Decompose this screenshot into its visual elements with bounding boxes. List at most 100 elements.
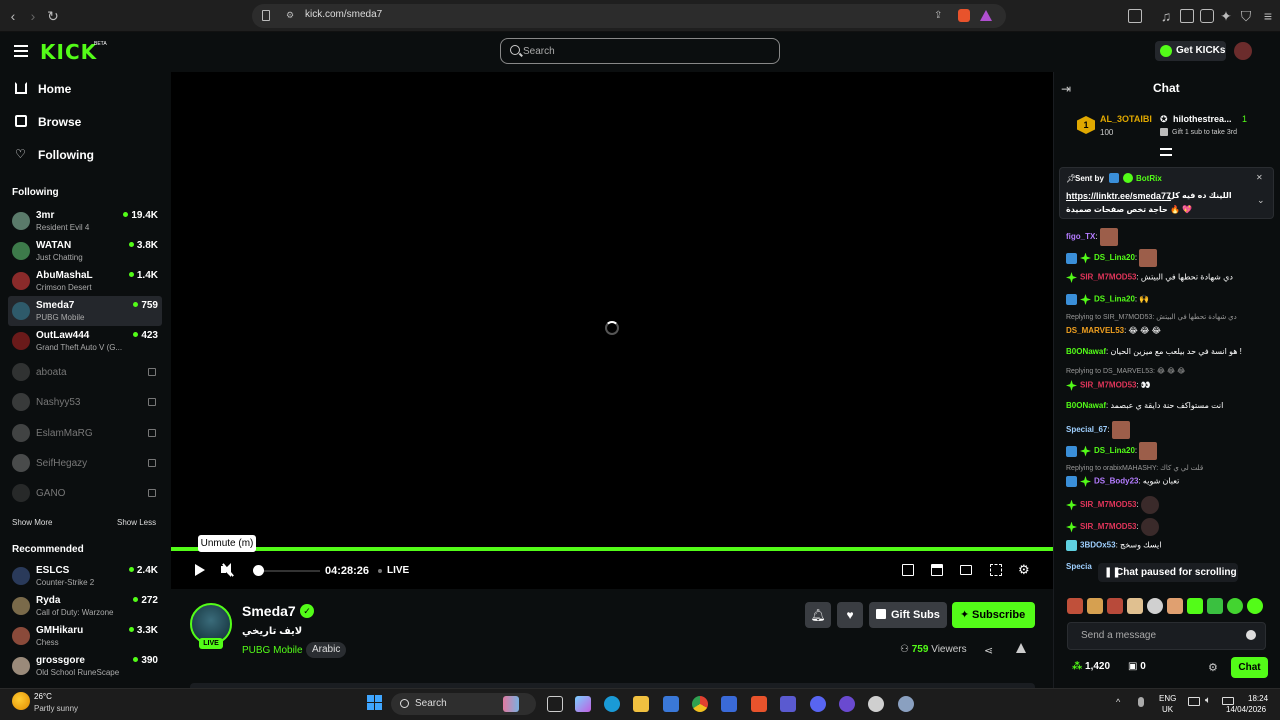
unpin-icon[interactable]: ✕ [1256,173,1263,182]
address-bar[interactable]: ⚙ kick.com/smeda7 ⇪ [252,4,1006,28]
chat-username[interactable]: B0ONawaf [1066,347,1106,356]
show-less-button[interactable]: Show Less [117,518,156,527]
emoji-picker-icon[interactable] [1246,630,1256,640]
chevron-down-icon[interactable]: ⌄ [1257,195,1265,206]
sidebar-item-home[interactable]: Home [12,78,162,100]
sidebar-toggle-icon[interactable] [1180,9,1194,23]
emote-icon[interactable] [1167,598,1183,614]
channel-item[interactable]: ESLCS Counter-Strike 2 2.4K [8,561,162,591]
chrome-icon[interactable] [692,696,708,712]
channel-points[interactable]: ⁂ 1,420 [1072,661,1110,672]
settings-gear-icon[interactable]: ⚙ [1018,562,1030,578]
forward-icon[interactable]: › [25,8,41,24]
chevron-up-icon[interactable]: ^ [1116,697,1120,707]
music-icon[interactable]: ♫ [1158,8,1174,24]
reply-reference[interactable]: Replying to DS_MARVEL53: 😂 😂 😂 [1066,367,1185,375]
search-input[interactable]: Search [500,38,780,64]
clock-date[interactable]: 14/04/2026 [1226,705,1266,714]
store-icon[interactable] [663,696,679,712]
site-info-icon[interactable]: ⚙ [286,10,294,21]
chat-username[interactable]: DS_Lina20 [1094,446,1135,455]
channel-item[interactable]: OutLaw444 Grand Theft Auto V (G... 423 [8,326,162,356]
battery-icon[interactable] [1222,697,1234,705]
channel-item-selected[interactable]: Smeda7 PUBG Mobile 759 [8,296,162,326]
channel-item[interactable]: GMHikaru Chess 3.3K [8,621,162,651]
chat-username[interactable]: DS_Lina20 [1094,253,1135,262]
microphone-icon[interactable] [1138,697,1144,707]
share-icon[interactable]: ⋖ [984,644,993,657]
chat-username[interactable]: SIR_M7MOD53 [1080,500,1136,509]
brave-icon[interactable] [751,696,767,712]
vpn-icon[interactable]: ⛉ [1238,8,1254,24]
wallet-icon[interactable] [1200,9,1214,23]
channel-item-offline[interactable]: Nashyy53 [8,387,162,417]
second-gifter-name[interactable]: hilothestrea... [1173,114,1232,124]
input-language[interactable]: ENG [1159,694,1176,703]
edge-icon[interactable] [604,696,620,712]
channel-item[interactable]: 3mr Resident Evil 4 19.4K [8,206,162,236]
teams-icon[interactable] [780,696,796,712]
task-view-icon[interactable] [547,696,563,712]
kick-logo[interactable]: KICK [40,40,97,64]
channel-item[interactable]: AbuMashaL Crimson Desert 1.4K [8,266,162,296]
channel-item-offline[interactable]: GANO [8,478,162,508]
bookmark-icon[interactable] [262,10,270,21]
top-gifter-name[interactable]: AL_3OTAIBI [1100,114,1152,124]
discord-icon[interactable] [810,696,826,712]
volume-slider[interactable] [258,570,320,572]
reply-reference[interactable]: Replying to orabixMAHASHY: قلت لي ي كاك [1066,464,1203,472]
reload-icon[interactable]: ↻ [45,8,61,24]
emote-icon[interactable] [1087,598,1103,614]
channel-item-offline[interactable]: EslamMaRG [8,418,162,448]
chat-username[interactable]: SIR_M7MOD53 [1080,381,1136,390]
chat-paused-banner[interactable]: ❚❚ Chat paused for scrolling [1098,563,1238,582]
chat-username[interactable]: DS_Lina20 [1094,295,1135,304]
collapse-chat-icon[interactable]: ⇥ [1061,82,1071,96]
emote-icon[interactable] [1207,598,1223,614]
channel-item[interactable]: WATAN Just Chatting 3.8K [8,236,162,266]
gift-subs-button[interactable]: Gift Subs [869,602,947,628]
brave-rewards-icon[interactable] [980,10,992,21]
reader-mode-icon[interactable] [1128,9,1142,23]
chat-settings-gear-icon[interactable]: ⚙ [1208,661,1218,674]
emote-icon[interactable] [1127,598,1143,614]
show-more-button[interactable]: Show More [12,518,52,527]
volume-handle[interactable] [253,565,264,576]
weather-sun-icon[interactable] [12,692,30,710]
menu-icon[interactable]: ≡ [1260,8,1276,24]
user-avatar[interactable] [1234,42,1252,60]
app-icon[interactable] [868,696,884,712]
sidebar-item-browse[interactable]: Browse [12,111,162,133]
theater-mode-icon[interactable] [931,564,943,576]
unmute-button[interactable] [221,563,235,577]
network-icon[interactable] [1188,697,1200,706]
emote-icon[interactable] [1187,598,1203,614]
chat-username[interactable]: SIR_M7MOD53 [1080,522,1136,531]
emote-icon[interactable] [1247,598,1263,614]
emote-icon[interactable] [1067,598,1083,614]
brave-shield-icon[interactable] [958,9,970,22]
menu-hamburger-icon[interactable] [14,45,28,57]
copilot-icon[interactable] [575,696,591,712]
emote-icon[interactable] [1147,598,1163,614]
channel-item-offline[interactable]: SeifHegazy [8,448,162,478]
gift-counter[interactable]: ▣ 0 [1128,661,1146,672]
chat-username[interactable]: B0ONawaf [1066,401,1106,410]
chat-username[interactable]: 3BDOx53 [1080,541,1116,550]
chat-username[interactable]: Specia [1066,562,1092,571]
back-icon[interactable]: ‹ [5,8,21,24]
chat-username[interactable]: DS_MARVEL53 [1066,326,1124,335]
category-link[interactable]: PUBG Mobile [242,645,303,656]
subscribe-button[interactable]: ✦ Subscribe [952,602,1035,628]
clock-time[interactable]: 18:24 [1248,694,1268,703]
chat-username[interactable]: DS_Body23 [1094,477,1138,486]
pinned-link[interactable]: https://linktr.ee/smeda77 [1066,191,1171,201]
emote-icon[interactable] [1107,598,1123,614]
emote-icon[interactable] [1227,598,1243,614]
app-icon[interactable] [721,696,737,712]
play-button[interactable] [195,564,205,576]
send-chat-button[interactable]: Chat [1231,657,1268,678]
pip-icon[interactable] [960,565,972,575]
app-icon[interactable] [839,696,855,712]
ai-assistant-icon[interactable]: ✦ [1218,8,1234,24]
